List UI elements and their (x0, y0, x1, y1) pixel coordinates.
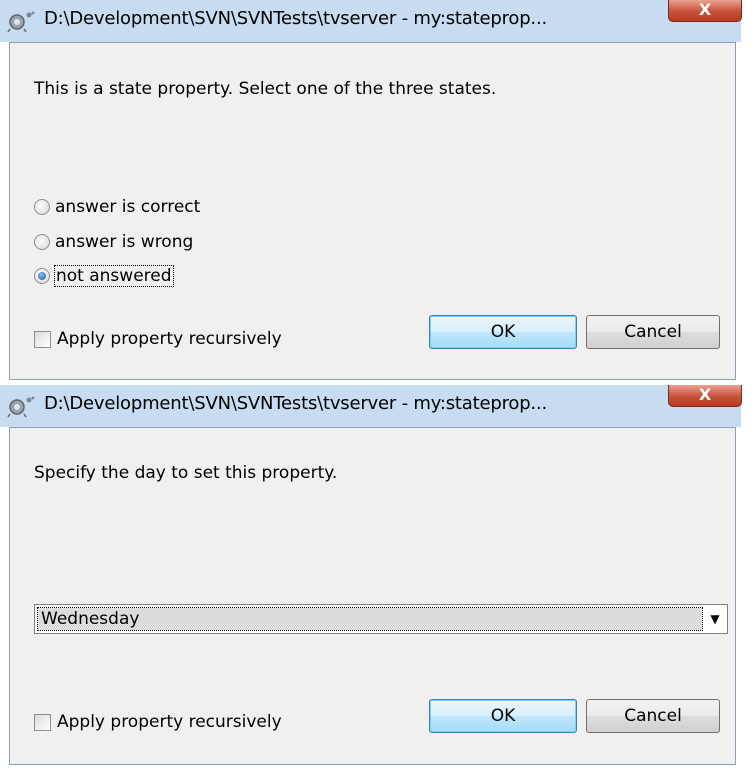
prompt-text: Specify the day to set this property. (34, 463, 338, 483)
checkbox-box[interactable] (34, 713, 51, 731)
radio-answer-wrong[interactable]: answer is wrong (34, 230, 193, 254)
day-dropdown-value: Wednesday (37, 607, 703, 631)
chevron-down-icon[interactable]: ▼ (707, 611, 723, 627)
checkbox-box[interactable] (34, 330, 51, 348)
dialog-body: Specify the day to set this property. We… (9, 427, 736, 765)
close-button[interactable]: X (668, 385, 742, 407)
dialog-body: This is a state property. Select one of … (9, 42, 736, 380)
window-title: D:\Development\SVN\SVNTests\tvserver - m… (44, 393, 547, 414)
ok-button[interactable]: OK (429, 315, 577, 349)
cancel-button[interactable]: Cancel (586, 315, 720, 349)
close-button[interactable]: X (668, 0, 742, 22)
window-title: D:\Development\SVN\SVNTests\tvserver - m… (44, 8, 547, 29)
radio-circle-selected[interactable] (34, 268, 50, 284)
radio-not-answered[interactable]: not answered (34, 264, 174, 288)
title-bar[interactable]: D:\Development\SVN\SVNTests\tvserver - m… (0, 0, 742, 42)
apply-recursively-checkbox[interactable]: Apply property recursively (34, 710, 282, 734)
apply-recursively-checkbox[interactable]: Apply property recursively (34, 327, 282, 351)
radio-label: answer is correct (55, 197, 201, 217)
radio-answer-correct[interactable]: answer is correct (34, 195, 200, 219)
radio-label: answer is wrong (55, 232, 194, 252)
checkbox-label: Apply property recursively (57, 712, 282, 732)
day-property-dialog: D:\Development\SVN\SVNTests\tvserver - m… (0, 385, 742, 769)
prompt-text: This is a state property. Select one of … (34, 79, 497, 99)
tortoisesvn-properties-icon (7, 11, 35, 33)
cancel-button[interactable]: Cancel (586, 699, 720, 733)
state-property-dialog: D:\Development\SVN\SVNTests\tvserver - m… (0, 0, 742, 383)
checkbox-label: Apply property recursively (57, 329, 282, 349)
title-bar[interactable]: D:\Development\SVN\SVNTests\tvserver - m… (0, 385, 742, 427)
day-dropdown[interactable]: Wednesday ▼ (34, 604, 728, 634)
tortoisesvn-properties-icon (7, 396, 35, 418)
radio-circle[interactable] (34, 234, 50, 250)
ok-button[interactable]: OK (429, 699, 577, 733)
radio-label: not answered (54, 265, 174, 287)
radio-circle[interactable] (34, 199, 50, 215)
